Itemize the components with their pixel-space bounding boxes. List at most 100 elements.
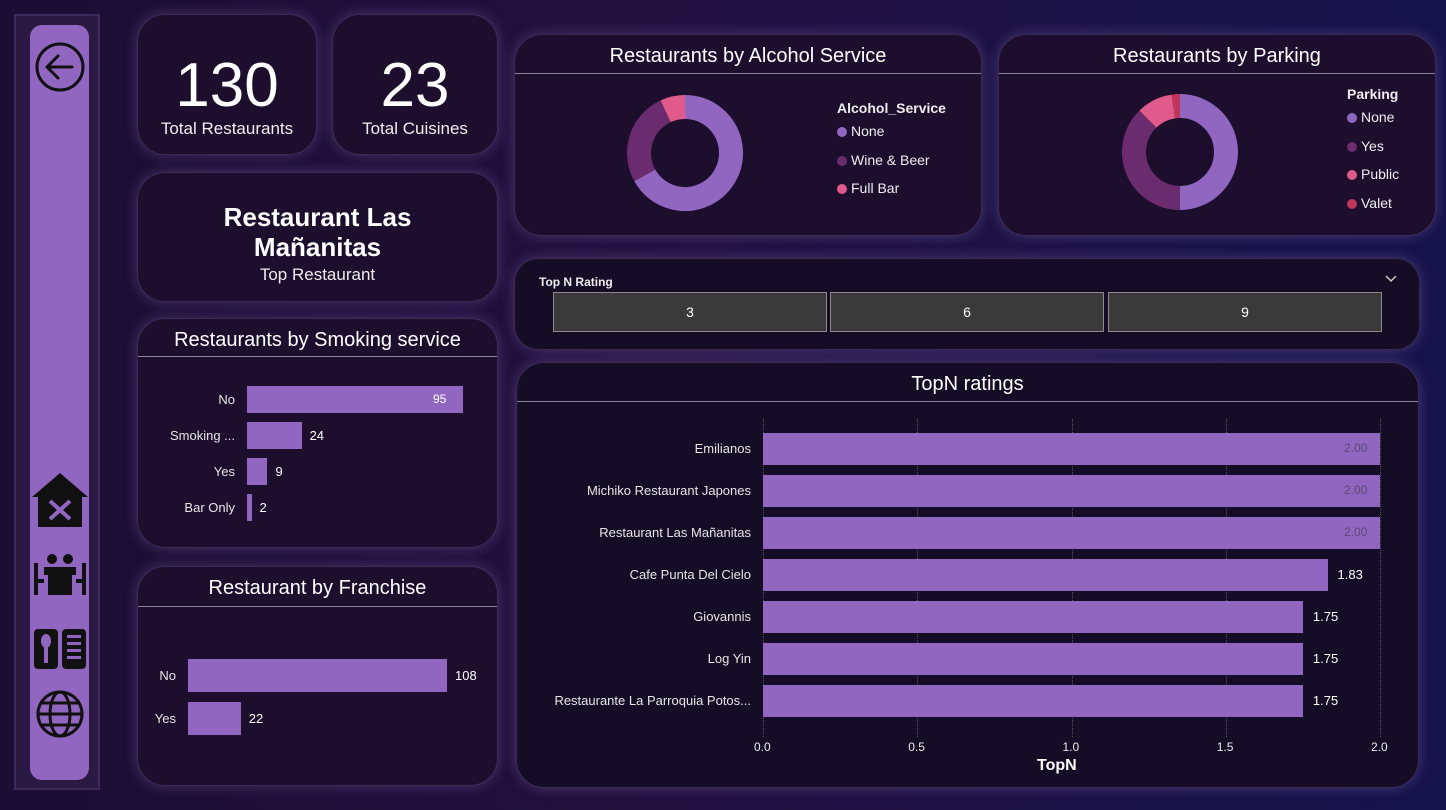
alcohol-legend-label: Full Bar: [851, 180, 900, 196]
total-restaurants-card: 130 Total Restaurants: [137, 14, 317, 155]
parking-legend-item[interactable]: Valet: [1347, 195, 1392, 211]
topn-value-label: 2.00: [1344, 483, 1368, 497]
topn-value-label: 1.83: [1337, 567, 1363, 582]
topn-chart-title: TopN ratings: [911, 373, 1024, 395]
topn-category-label: Restaurante La Parroquia Potos...: [554, 693, 751, 708]
parking-legend-item[interactable]: None: [1347, 109, 1394, 125]
topn-bar[interactable]: [763, 475, 1380, 507]
franchise-bar[interactable]: [188, 702, 241, 735]
chevron-down-icon[interactable]: [1385, 275, 1397, 283]
alcohol-donut: [627, 95, 743, 211]
parking-slice-public[interactable]: [1139, 94, 1176, 129]
franchise-category-label: No: [159, 667, 176, 683]
alcohol-legend-dot: [837, 155, 847, 166]
alcohol-legend-dot: [837, 127, 847, 137]
topn-value-label: 1.75: [1312, 609, 1339, 624]
alcohol-legend-item[interactable]: Full Bar: [837, 180, 899, 196]
parking-chart-title: Restaurants by Parking: [1113, 45, 1321, 67]
total-cuisines-value: 23: [380, 51, 450, 120]
topn-value-label: 2.00: [1344, 441, 1368, 455]
topn-bar[interactable]: [763, 685, 1303, 717]
total-restaurants-value: 130: [175, 51, 279, 120]
globe-icon[interactable]: [35, 689, 85, 739]
topn-value-label: 1.75: [1312, 693, 1339, 708]
alcohol-legend-dot: [837, 184, 847, 194]
topn-option-3[interactable]: 3: [553, 292, 827, 332]
smoking-category-label: Bar Only: [184, 499, 235, 515]
topn-category-label: Giovannis: [693, 609, 751, 624]
smoking-bar[interactable]: [247, 386, 463, 413]
franchise-value-label: 22: [248, 710, 264, 726]
franchise-chart-title: Restaurant by Franchise: [208, 577, 427, 599]
parking-legend-label: Valet: [1361, 194, 1392, 211]
smoking-value-label: 95: [433, 391, 447, 406]
parking-chart-card: Restaurants by Parking Parking None Yes Pu…: [998, 34, 1436, 236]
top-restaurant-name-line1: Restaurant Las: [223, 202, 412, 232]
topn-bar[interactable]: [763, 643, 1303, 675]
topn-category-label: Restaurant Las Mañanitas: [599, 525, 751, 540]
alcohol-legend-label: None: [851, 123, 885, 139]
parking-slice-none[interactable]: [1179, 94, 1238, 210]
alcohol-legend-item[interactable]: Wine & Beer: [837, 152, 930, 168]
topn-category-label: Log Yin: [707, 651, 751, 666]
alcohol-chart-card: Restaurants by Alcohol Service Alcohol_S…: [514, 34, 982, 236]
parking-legend-title: Parking: [1347, 86, 1399, 102]
franchise-bar[interactable]: [188, 659, 447, 692]
smoking-value-label: 24: [309, 427, 325, 443]
parking-donut: [1122, 94, 1238, 210]
alcohol-legend-item[interactable]: None: [837, 123, 884, 139]
topn-slicer-title: Top N Rating: [539, 275, 613, 289]
topn-option-9[interactable]: 9: [1108, 292, 1382, 332]
topn-bar[interactable]: [763, 559, 1328, 591]
topn-option-6[interactable]: 6: [830, 292, 1104, 332]
topn-x-tick-label: 1.0: [1062, 740, 1080, 754]
smoking-bar[interactable]: [247, 494, 252, 521]
smoking-value-label: 2: [259, 499, 267, 515]
topn-x-axis-label: TopN: [1037, 757, 1077, 774]
topn-x-tick-label: 0.0: [754, 740, 771, 754]
alcohol-legend-label: Wine & Beer: [851, 151, 930, 168]
smoking-category-label: Yes: [213, 463, 235, 479]
topn-value-label: 2.00: [1344, 525, 1368, 539]
topn-ratings-card: TopN ratings 0.0 0.5 1.0 1.5 2.0 Emilianos 2.0…: [516, 362, 1419, 788]
smoking-category-label: Smoking ...: [169, 427, 235, 443]
topn-x-tick-label: 0.5: [908, 740, 925, 754]
smoking-chart-title: Restaurants by Smoking service: [174, 329, 461, 351]
smoking-bar[interactable]: [247, 422, 302, 449]
sidebar: [30, 25, 89, 780]
top-restaurant-label: Top Restaurant: [259, 265, 376, 284]
alcohol-legend-title: Alcohol_Service: [837, 100, 946, 116]
topn-category-label: Emilianos: [694, 441, 751, 456]
dining-table-icon[interactable]: [32, 553, 88, 599]
topn-bar[interactable]: [763, 517, 1380, 549]
parking-legend-item[interactable]: Yes: [1347, 138, 1384, 154]
topn-gridline: [1380, 419, 1381, 737]
topn-bar[interactable]: [763, 601, 1303, 633]
parking-legend-item[interactable]: Public: [1347, 166, 1399, 182]
franchise-category-label: Yes: [154, 710, 176, 726]
back-arrow-icon[interactable]: [34, 41, 86, 93]
total-cuisines-label: Total Cuisines: [362, 119, 468, 138]
franchise-chart-card: Restaurant by Franchise No 108 Yes 22: [137, 566, 498, 786]
smoking-value-label: 9: [275, 463, 283, 479]
top-restaurant-card: Restaurant Las Mañanitas Top Restaurant: [137, 172, 498, 302]
topn-category-label: Michiko Restaurant Japones: [586, 483, 751, 498]
alcohol-chart-title: Restaurants by Alcohol Service: [609, 45, 887, 67]
total-restaurants-label: Total Restaurants: [160, 119, 294, 138]
parking-slice-yes[interactable]: [1122, 110, 1181, 210]
total-cuisines-card: 23 Total Cuisines: [332, 14, 498, 155]
menu-book-icon[interactable]: [32, 627, 88, 671]
alcohol-slice-wine-beer[interactable]: [627, 100, 672, 182]
smoking-category-label: No: [218, 391, 235, 407]
parking-legend-dot: [1347, 141, 1357, 152]
parking-legend-label: None: [1361, 109, 1395, 125]
smoking-bar[interactable]: [247, 458, 268, 485]
franchise-value-label: 108: [455, 667, 477, 683]
topn-x-tick-label: 2.0: [1371, 740, 1388, 754]
topn-value-label: 1.75: [1312, 651, 1339, 666]
alcohol-slice-full-bar[interactable]: [660, 95, 686, 123]
parking-legend-label: Yes: [1361, 137, 1384, 154]
topn-bar[interactable]: [763, 433, 1380, 465]
parking-legend-label: Public: [1361, 166, 1400, 182]
restaurant-home-icon[interactable]: [30, 471, 90, 531]
